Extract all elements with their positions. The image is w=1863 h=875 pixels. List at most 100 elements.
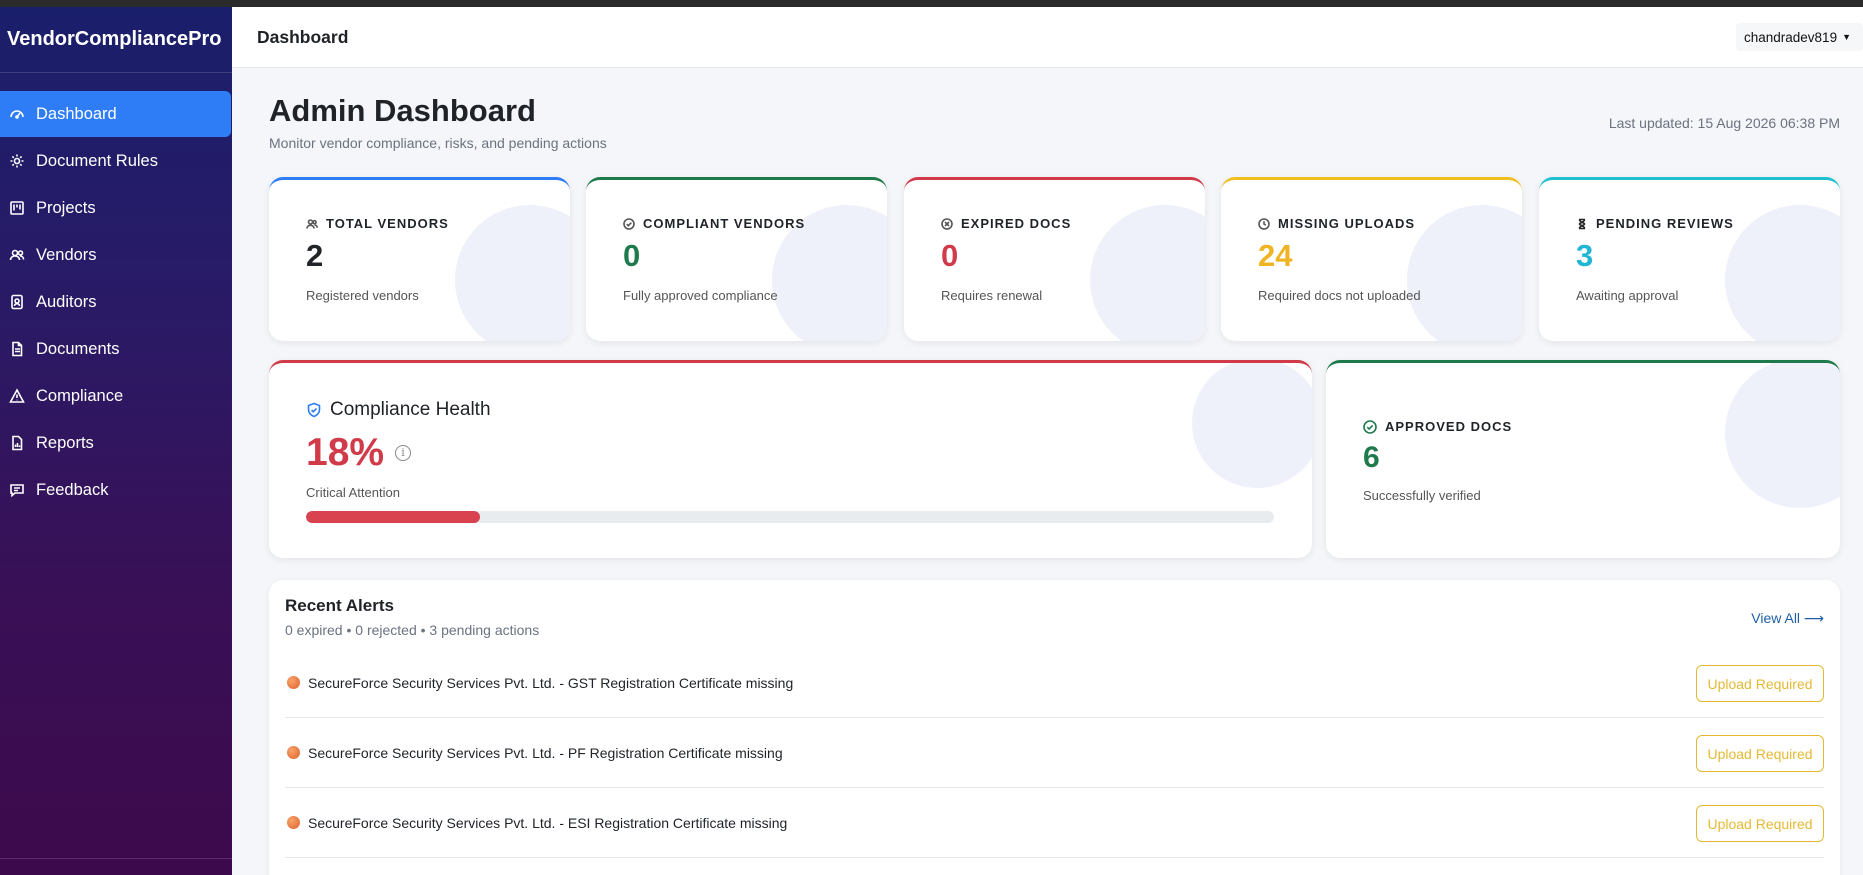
stat-value: 24 xyxy=(1258,238,1293,273)
compliance-health-card: Compliance Health 18% i Critical Attenti… xyxy=(269,360,1312,558)
alert-dot-icon xyxy=(287,746,300,759)
upload-required-button[interactable]: Upload Required xyxy=(1696,665,1824,702)
stat-card-pending-reviews[interactable]: PENDING REVIEWS 3 Awaiting approval xyxy=(1539,177,1840,341)
alert-text: SecureForce Security Services Pvt. Ltd. … xyxy=(308,814,788,831)
sidebar: VendorCompliancePro Dashboard Document R… xyxy=(0,7,232,875)
stat-value: 3 xyxy=(1576,238,1594,273)
stat-value: 2 xyxy=(306,238,324,273)
view-all-link[interactable]: View All ⟶ xyxy=(1751,610,1824,627)
upload-required-button[interactable]: Upload Required xyxy=(1696,735,1824,772)
sidebar-item-label: Compliance xyxy=(36,386,124,405)
gauge-icon xyxy=(8,105,26,123)
people-icon xyxy=(8,246,26,264)
stat-description: Fully approved compliance xyxy=(623,288,778,303)
sidebar-item-label: Documents xyxy=(36,339,120,358)
approved-value: 6 xyxy=(1363,441,1380,474)
check-circle-icon xyxy=(623,217,635,230)
file-icon xyxy=(8,340,26,358)
stat-card-header: PENDING REVIEWS xyxy=(1576,216,1734,231)
sidebar-item-projects[interactable]: Projects xyxy=(0,185,232,231)
card-decoration xyxy=(455,205,570,341)
alert-item: SecureForce Security Services Pvt. Ltd. … xyxy=(285,718,1824,788)
approved-description: Successfully verified xyxy=(1363,488,1481,503)
main-content: Admin Dashboard Monitor vendor complianc… xyxy=(232,68,1863,875)
card-decoration xyxy=(1192,363,1312,488)
sidebar-item-label: Dashboard xyxy=(36,104,117,123)
recent-alerts-card: Recent Alerts 0 expired • 0 rejected • 3… xyxy=(269,580,1840,875)
stat-description: Awaiting approval xyxy=(1576,288,1679,303)
sidebar-divider xyxy=(0,858,232,859)
alert-text: SecureForce Security Services Pvt. Ltd. … xyxy=(308,744,783,761)
sidebar-item-reports[interactable]: Reports xyxy=(0,420,232,466)
caret-down-icon: ▼ xyxy=(1842,32,1851,42)
info-icon[interactable]: i xyxy=(395,445,411,461)
last-updated: Last updated: 15 Aug 2026 06:38 PM xyxy=(1608,115,1840,131)
card-decoration xyxy=(1725,205,1840,341)
approved-docs-card[interactable]: APPROVED DOCS 6 Successfully verified xyxy=(1326,360,1840,558)
stat-card-total-vendors[interactable]: TOTAL VENDORS 2 Registered vendors xyxy=(269,177,570,341)
health-progress-bar xyxy=(306,511,1274,523)
stat-description: Required docs not uploaded xyxy=(1258,288,1421,303)
approved-header: APPROVED DOCS xyxy=(1363,419,1512,434)
alert-text: SecureForce Security Services Pvt. Ltd. … xyxy=(308,674,794,691)
stat-card-compliant-vendors[interactable]: COMPLIANT VENDORS 0 Fully approved compl… xyxy=(586,177,887,341)
sidebar-item-feedback[interactable]: Feedback xyxy=(0,467,232,513)
shield-check-icon xyxy=(307,402,321,418)
stat-card-missing-uploads[interactable]: MISSING UPLOADS 24 Required docs not upl… xyxy=(1221,177,1522,341)
top-bar: Dashboard chandradev819 ▼ xyxy=(232,7,1863,68)
topbar-title: Dashboard xyxy=(257,27,349,47)
warning-triangle-icon xyxy=(8,387,26,405)
health-title: Compliance Health xyxy=(330,399,491,420)
alerts-summary: 0 expired • 0 rejected • 3 pending actio… xyxy=(285,622,540,638)
brand-logo[interactable]: VendorCompliancePro xyxy=(0,7,232,73)
stat-value: 0 xyxy=(941,238,959,273)
clock-icon xyxy=(1258,217,1270,230)
sidebar-item-dashboard[interactable]: Dashboard xyxy=(0,91,231,137)
user-name: chandradev819 xyxy=(1744,29,1838,45)
sidebar-item-label: Document Rules xyxy=(36,151,158,170)
stat-label: EXPIRED DOCS xyxy=(961,216,1072,231)
sidebar-item-label: Feedback xyxy=(36,480,109,499)
health-percentage: 18% xyxy=(306,431,385,474)
alert-item: SecureForce Security Services Pvt. Ltd. … xyxy=(285,788,1824,858)
card-decoration xyxy=(1725,363,1840,508)
health-progress-fill xyxy=(306,511,481,523)
alert-dot-icon xyxy=(287,676,300,689)
report-file-icon xyxy=(8,434,26,452)
sidebar-item-compliance[interactable]: Compliance xyxy=(0,373,232,419)
upload-required-button[interactable]: Upload Required xyxy=(1696,805,1824,842)
id-badge-icon xyxy=(8,293,26,311)
sidebar-item-vendors[interactable]: Vendors xyxy=(0,232,232,278)
alerts-title: Recent Alerts xyxy=(285,596,394,615)
card-decoration xyxy=(1407,205,1522,341)
stat-label: COMPLIANT VENDORS xyxy=(643,216,806,231)
card-decoration xyxy=(1090,205,1205,341)
stat-card-header: EXPIRED DOCS xyxy=(941,216,1071,231)
stat-card-header: MISSING UPLOADS xyxy=(1258,216,1415,231)
sidebar-item-document-rules[interactable]: Document Rules xyxy=(0,138,232,184)
alert-dot-icon xyxy=(287,816,300,829)
sidebar-item-auditors[interactable]: Auditors xyxy=(0,279,232,325)
kanban-icon xyxy=(8,199,26,217)
sidebar-item-label: Auditors xyxy=(36,292,97,311)
stat-label: TOTAL VENDORS xyxy=(326,216,449,231)
sidebar-item-documents[interactable]: Documents xyxy=(0,326,232,372)
page-subtitle: Monitor vendor compliance, risks, and pe… xyxy=(269,135,607,151)
health-status: Critical Attention xyxy=(306,485,400,500)
stat-label: MISSING UPLOADS xyxy=(1278,216,1416,231)
stat-card-expired-docs[interactable]: EXPIRED DOCS 0 Requires renewal xyxy=(904,177,1205,341)
approved-label: APPROVED DOCS xyxy=(1385,419,1513,434)
user-menu-button[interactable]: chandradev819 ▼ xyxy=(1736,23,1863,51)
stat-description: Registered vendors xyxy=(306,288,419,303)
hourglass-icon xyxy=(1578,218,1586,229)
stat-label: PENDING REVIEWS xyxy=(1596,216,1734,231)
stat-value: 0 xyxy=(623,238,641,273)
stat-card-header: COMPLIANT VENDORS xyxy=(623,216,805,231)
x-circle-icon xyxy=(941,217,953,230)
check-circle-icon xyxy=(1363,419,1377,434)
sidebar-item-label: Reports xyxy=(36,433,94,452)
window-top-strip xyxy=(0,0,1863,7)
health-header: Compliance Health xyxy=(306,399,491,421)
sidebar-nav: Dashboard Document Rules Projects Vendor… xyxy=(0,91,232,513)
people-icon xyxy=(306,218,318,229)
